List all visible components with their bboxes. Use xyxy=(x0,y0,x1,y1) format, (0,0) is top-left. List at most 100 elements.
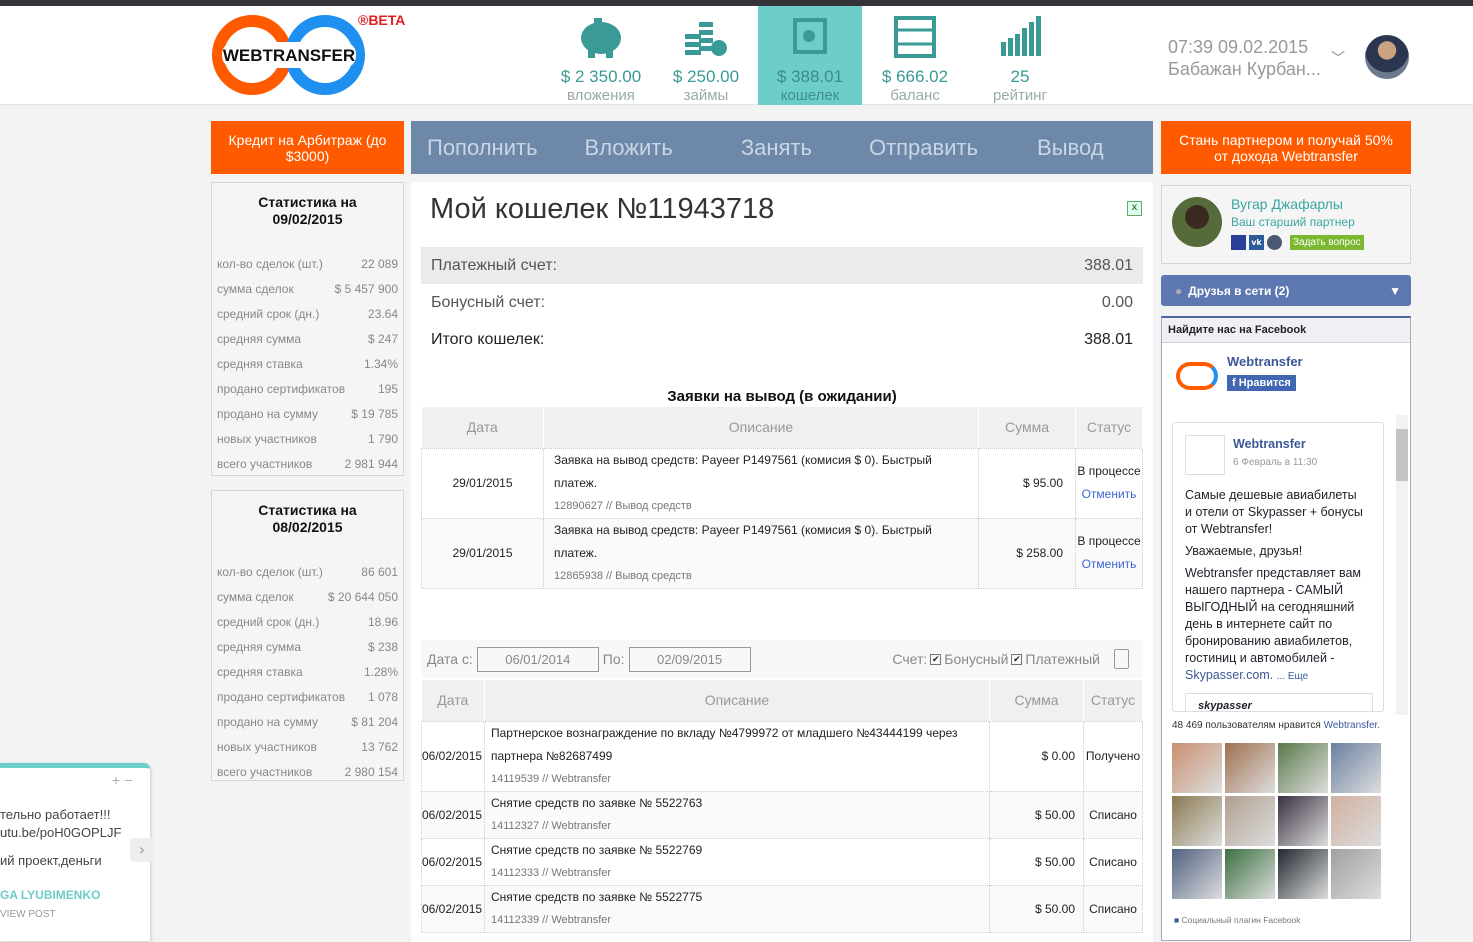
fan-photo[interactable] xyxy=(1331,849,1381,899)
chevron-down-icon[interactable]: ﹀ xyxy=(1331,48,1345,68)
fan-photo[interactable] xyxy=(1278,796,1328,846)
bonus-checkbox[interactable]: ✔ xyxy=(930,653,942,665)
partner-avatar[interactable] xyxy=(1172,197,1222,247)
fan-photo[interactable] xyxy=(1172,849,1222,899)
fan-photo[interactable] xyxy=(1172,743,1222,793)
date-from-input[interactable]: 06/01/2014 xyxy=(476,646,599,672)
stat-rating[interactable]: 25 рейтинг xyxy=(968,6,1072,105)
mail-icon[interactable] xyxy=(1231,235,1246,250)
fb-scrollbar[interactable] xyxy=(1396,415,1408,715)
post-author[interactable]: GA LYUBIMENKO xyxy=(0,888,100,902)
senior-partner-card: Вугар Джафарлы Ваш старший партнер vk За… xyxy=(1161,185,1411,264)
nav-deposit[interactable]: Пополнить xyxy=(427,135,538,161)
friends-online-button[interactable]: ● Друзья в сети (2) ▼ xyxy=(1161,275,1411,306)
nav-send[interactable]: Отправить xyxy=(869,135,978,161)
history-table: Дата Описание Сумма Статус 06/02/2015 Партне… xyxy=(421,680,1143,933)
logo-text: WEBTRANSFER xyxy=(223,46,355,65)
user-name: Бабажан Курбан... xyxy=(1168,59,1321,79)
fb-post: Webtransfer 6 Февраль в 11:30 Самые деше… xyxy=(1172,422,1384,712)
stats-title: Статистика на 09/02/2015 xyxy=(258,194,357,227)
nav-withdraw[interactable]: Вывод xyxy=(1037,135,1104,161)
partner-button[interactable]: Стань партнером и получай 50% от дохода … xyxy=(1161,121,1411,174)
table-row: 29/01/2015 Заявка на вывод средств: Payee… xyxy=(421,447,1143,519)
stat-row: сумма сделок $ 5 457 900 xyxy=(217,282,398,296)
date-to-input[interactable]: 02/09/2015 xyxy=(628,646,751,672)
fan-photo[interactable] xyxy=(1278,743,1328,793)
stat-row: средний срок (дн.) 18.96 xyxy=(217,615,398,629)
main-nav: Пополнить Вложить Занять Отправить Вывод xyxy=(411,121,1153,174)
facebook-icon: ■ xyxy=(1174,915,1182,925)
table-row: 06/02/2015 Снятие средств по заявке № 552… xyxy=(421,884,1143,933)
stat-row: продано на сумму $ 81 204 xyxy=(217,715,398,729)
stats-box-yesterday: Статистика на 08/02/2015 кол-во сделок (… xyxy=(211,490,404,781)
table-row: 06/02/2015 Снятие средств по заявке № 552… xyxy=(421,790,1143,839)
stat-row: продано сертификатов 195 xyxy=(217,382,398,396)
beta-badge: ®BETA xyxy=(358,12,406,28)
cancel-link[interactable]: Отменить xyxy=(1076,483,1142,506)
partner-name[interactable]: Вугар Джафарлы xyxy=(1231,196,1343,212)
partner-role: Ваш старший партнер xyxy=(1231,215,1355,229)
stat-balance[interactable]: $ 666.02 баланс xyxy=(863,6,967,105)
bonus-account-row: Бонусный счет: 0.00 xyxy=(431,293,1133,311)
safe-icon xyxy=(793,18,827,54)
fb-plugin-label: ■ Социальный плагин Facebook xyxy=(1174,915,1301,925)
fan-photo[interactable] xyxy=(1172,796,1222,846)
table-row: 29/01/2015 Заявка на вывод средств: Payee… xyxy=(421,517,1143,589)
stat-row: продано сертификатов 1 078 xyxy=(217,690,398,704)
zoom-controls[interactable]: + − xyxy=(112,772,132,788)
view-post-link[interactable]: VIEW POST xyxy=(0,909,56,920)
facebook-icon: f xyxy=(1232,377,1239,389)
excel-export-icon[interactable]: x xyxy=(1127,201,1142,216)
chat-icon[interactable] xyxy=(1267,235,1282,250)
stat-wallet[interactable]: $ 388.01 кошелек xyxy=(758,6,862,105)
page-title: Мой кошелек №11943718 xyxy=(430,193,775,225)
stat-investments[interactable]: $ 2 350.00 вложения xyxy=(549,6,653,105)
chat-widget: + − тельно работает!!! utu.be/poH0GOPLJF и… xyxy=(0,763,150,941)
stat-row: средняя сумма $ 247 xyxy=(217,332,398,346)
abacus-icon xyxy=(894,16,936,58)
stats-title: Статистика на 08/02/2015 xyxy=(258,502,357,535)
chevron-right-icon[interactable]: › xyxy=(130,838,154,862)
fan-photo[interactable] xyxy=(1331,743,1381,793)
stat-row: продано на сумму $ 19 785 xyxy=(217,407,398,421)
apply-filter-icon[interactable] xyxy=(1114,649,1129,669)
fan-photo[interactable] xyxy=(1225,796,1275,846)
skypasser-preview[interactable]: skypasser xyxy=(1185,693,1373,711)
nav-invest[interactable]: Вложить xyxy=(585,135,673,161)
stat-row: новых участников 1 790 xyxy=(217,432,398,446)
user-menu[interactable]: 07:39 09.02.2015 Бабажан Курбан... xyxy=(1168,36,1321,80)
cancel-link[interactable]: Отменить xyxy=(1076,553,1142,576)
fb-like-button[interactable]: f Нравится xyxy=(1227,375,1296,391)
fan-photo[interactable] xyxy=(1331,796,1381,846)
stat-row: кол-во сделок (шт.) 22 089 xyxy=(217,257,398,271)
facebook-widget: Найдите нас на Facebook Webtransfer f Нр… xyxy=(1161,316,1411,941)
stat-row: средний срок (дн.) 23.64 xyxy=(217,307,398,321)
ask-question-button[interactable]: Задать вопрос xyxy=(1290,235,1364,250)
pending-title: Заявки на вывод (в ожидании) xyxy=(667,388,897,405)
stat-row: всего участников 2 981 944 xyxy=(217,457,398,471)
table-row: 06/02/2015 Партнерское вознаграждение по … xyxy=(421,720,1143,792)
vk-icon[interactable]: vk xyxy=(1249,235,1264,250)
stat-row: сумма сделок $ 20 644 050 xyxy=(217,590,398,604)
stat-row: средняя сумма $ 238 xyxy=(217,640,398,654)
filter-bar: Дата с: 06/01/2014 По: 02/09/2015 Счет: … xyxy=(421,640,1143,678)
piggy-bank-icon xyxy=(581,18,621,58)
fb-post-logo xyxy=(1185,435,1225,475)
wallet-total-row: Итого кошелек: 388.01 xyxy=(431,330,1133,348)
payment-account-row: Платежный счет: 388.01 xyxy=(421,247,1143,284)
fan-photo[interactable] xyxy=(1225,849,1275,899)
webtransfer-logo[interactable]: WEBTRANSFER xyxy=(210,14,370,96)
stat-loans[interactable]: $ 250.00 займы xyxy=(654,6,758,105)
fan-photo[interactable] xyxy=(1225,743,1275,793)
stat-row: новых участников 13 762 xyxy=(217,740,398,754)
fb-page-name[interactable]: Webtransfer xyxy=(1227,354,1303,369)
payment-checkbox[interactable]: ✔ xyxy=(1011,653,1023,665)
avatar[interactable] xyxy=(1365,35,1409,79)
credit-arbitrage-button[interactable]: Кредит на Арбитраж (до $3000) xyxy=(211,121,404,174)
nav-borrow[interactable]: Занять xyxy=(741,135,812,161)
rating-chart-icon xyxy=(1001,16,1041,56)
user-icon: ● xyxy=(1175,283,1183,298)
pending-table: Дата Описание Сумма Статус 29/01/2015 Заявка… xyxy=(421,407,1143,589)
fan-photo[interactable] xyxy=(1278,849,1328,899)
stat-row: всего участников 2 980 154 xyxy=(217,765,398,779)
